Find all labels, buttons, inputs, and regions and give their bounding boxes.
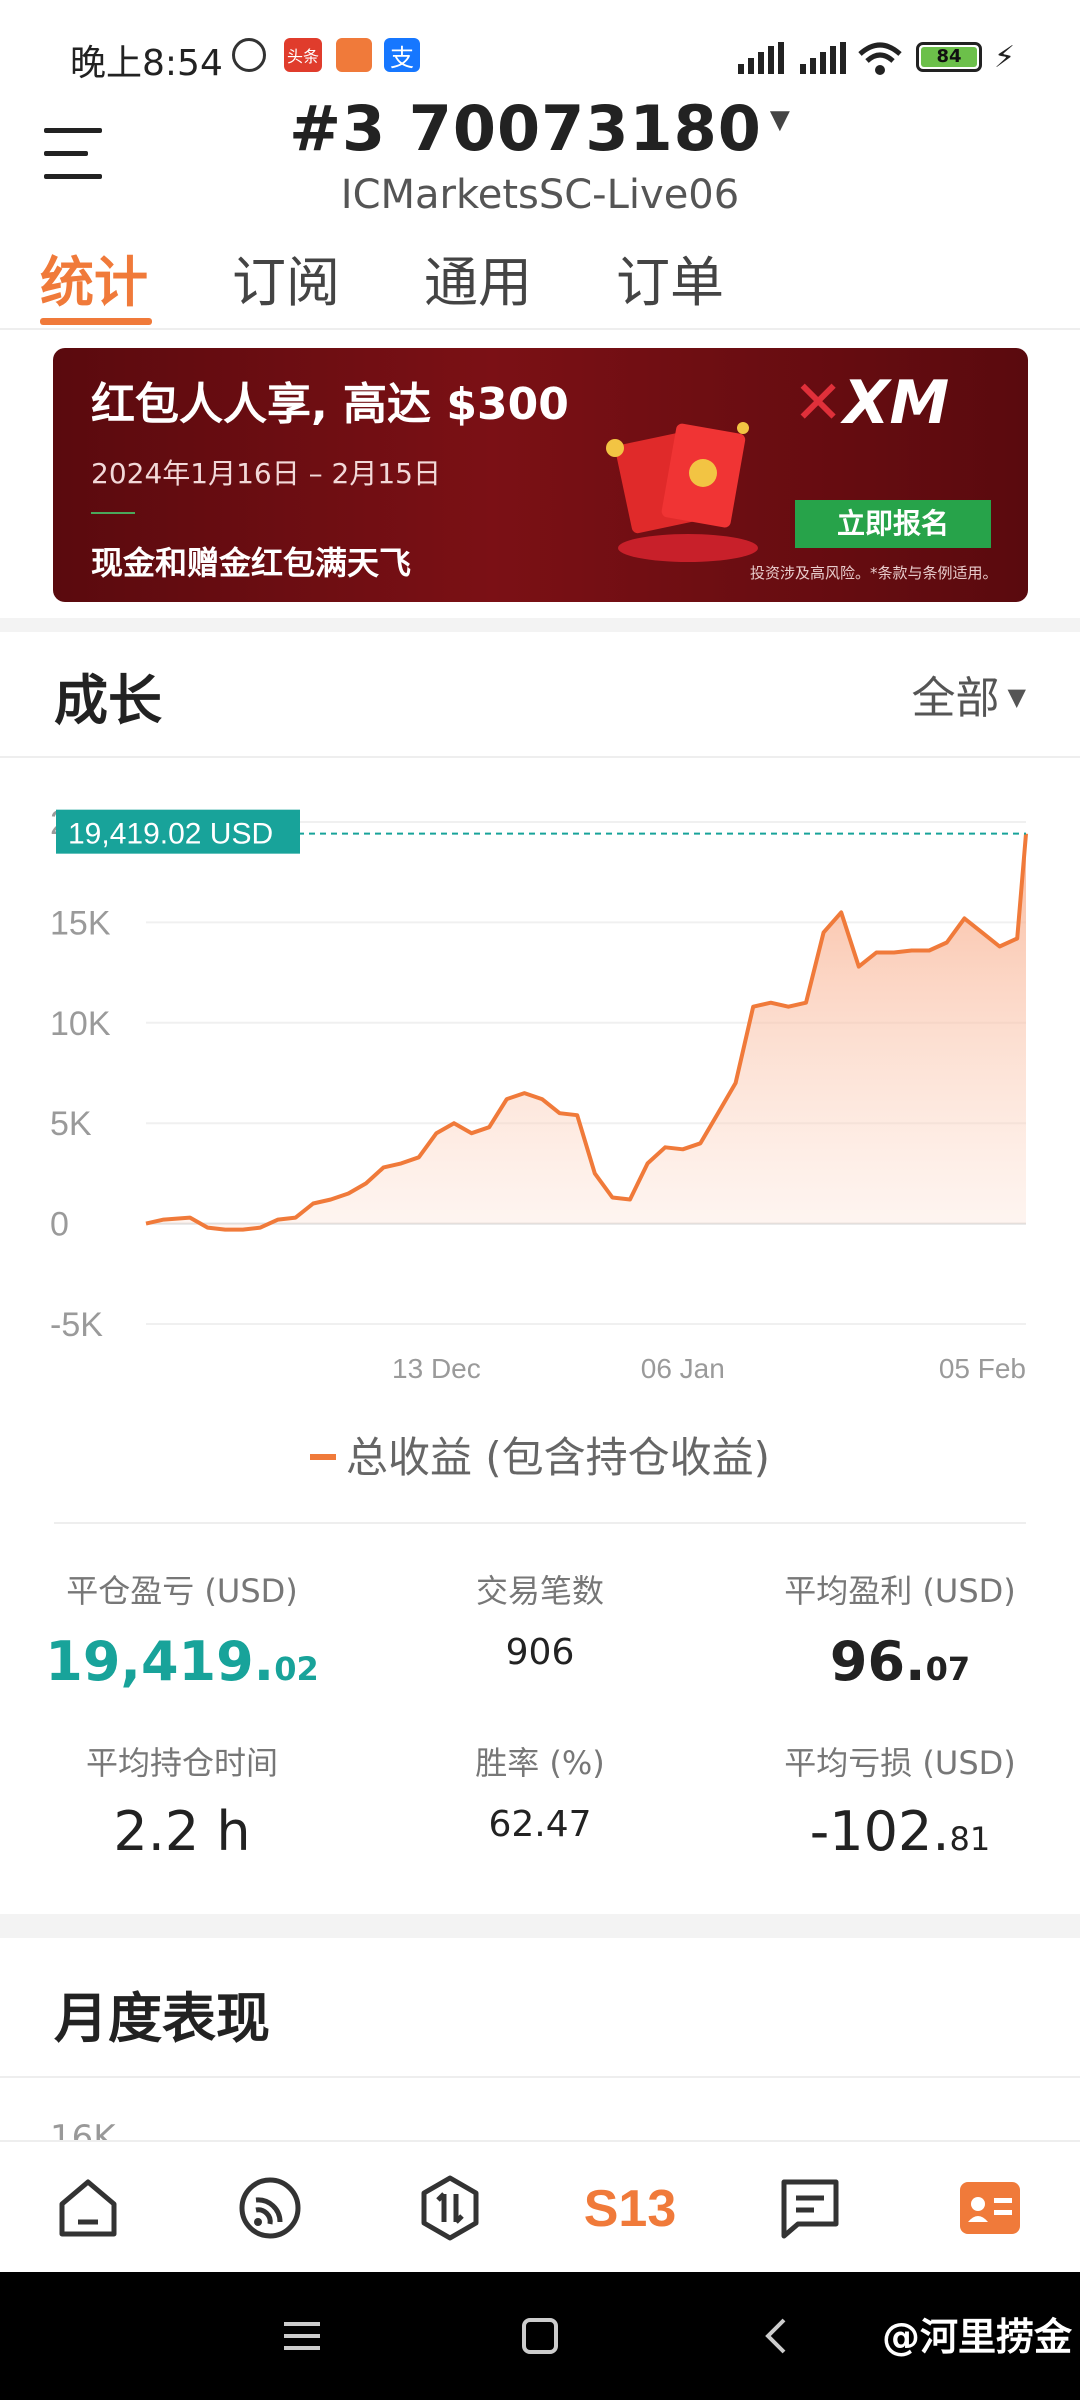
y-tick-label: 0 [50,1206,69,1244]
xm-logo: ✕XM [793,368,950,438]
legend-label: 总收益 (包含持仓收益) [345,1433,771,1482]
status-time: 晚上8:54 [70,43,223,84]
watermark: @河里捞金 [881,2315,1072,2359]
tab-indicator [40,318,152,325]
account-number: #3 70073180 [289,92,762,165]
banner-headline: 红包人人享, 高达 $300 [91,379,569,430]
growth-title: 成长 [54,669,162,732]
trades-value: 906 [505,1632,575,1673]
range-selector[interactable]: 全部 ▼ [912,662,1026,726]
monthly-title: 月度表现 [54,1987,270,2050]
x-tick-label: 05 Feb [939,1353,1026,1384]
divider-line [0,2076,1080,2078]
register-button[interactable]: 立即报名 [795,500,991,548]
banner-dates: 2024年1月16日 – 2月15日 [91,457,441,490]
alipay-icon: 支 [384,38,420,72]
section-divider [0,1914,1080,1938]
win-rate-value: 62.47 [488,1804,592,1845]
growth-area [146,833,1026,1230]
chevron-down-icon: ▼ [1007,683,1026,711]
y-tick-label: 5K [50,1105,92,1143]
chevron-down-icon: ▼ [769,105,791,135]
closed-pl-label: 平仓盈亏 (USD) [66,1572,298,1610]
signals-icon[interactable] [234,2172,306,2244]
svg-text:S13: S13 [584,2180,677,2238]
home-nav-icon[interactable] [520,2316,560,2356]
y-tick-label: 10K [50,1005,111,1043]
red-envelope-icon [606,422,758,562]
alarm-icon [232,38,266,72]
wifi-icon [856,40,904,76]
app-notification-icon [336,38,372,72]
account-selector[interactable]: #3 70073180 ▼ [0,92,1080,165]
tab-subscribe[interactable]: 订阅 [232,238,340,317]
avg-profit-label: 平均盈利 (USD) [784,1572,1016,1610]
y-tick-label: 15K [50,904,111,942]
charging-icon: ⚡ [994,40,1016,75]
server-name: ICMarketsSC-Live06 [340,172,740,218]
avg-profit-value: 96.07 [829,1630,971,1693]
tab-general[interactable]: 通用 [424,238,532,317]
tab-orders[interactable]: 订单 [616,238,724,317]
range-label: 全部 [911,673,1000,724]
divider-line [54,1522,1026,1524]
section-divider [0,618,1080,632]
battery-icon: 84 [916,42,982,72]
growth-chart[interactable]: 20K15K10K5K0-5K 13 Dec06 Jan05 Feb 19,41… [0,780,1080,1400]
tab-bar: 统计 订阅 通用 订单 [0,238,1080,330]
toutiao-icon: 头条 [284,38,322,72]
signal-icon [798,42,848,74]
messages-icon[interactable] [774,2172,846,2244]
avg-loss-label: 平均亏损 (USD) [784,1744,1016,1782]
avg-loss-value: -102.81 [809,1800,991,1863]
x-tick-label: 13 Dec [392,1353,481,1384]
signal-icon [736,42,786,74]
tab-stats[interactable]: 统计 [40,238,148,317]
trades-label: 交易笔数 [475,1572,604,1610]
promo-banner[interactable]: 红包人人享, 高达 $300 2024年1月16日 – 2月15日 现金和赠金红… [53,348,1028,602]
trade-icon[interactable] [414,2172,486,2244]
avg-hold-value: 2.2 h [113,1800,251,1863]
legend-swatch [309,1454,336,1460]
banner-disclaimer: 投资涉及高风险。*条款与条例适用。 [750,564,998,582]
home-icon[interactable] [52,2172,124,2244]
divider-line [0,756,1080,758]
system-nav-bar: @河里捞金 [0,2272,1080,2400]
back-icon[interactable] [760,2316,790,2356]
recent-apps-icon[interactable] [280,2316,324,2356]
win-rate-label: 胜率 (%) [475,1744,605,1782]
current-value-label: 19,419.02 USD [68,818,273,851]
banner-divider [91,512,135,514]
banner-subtitle: 现金和赠金红包满天飞 [91,544,412,582]
s13-logo-icon[interactable]: S13 [580,2172,680,2244]
closed-pl-value: 19,419.02 [45,1630,319,1693]
y-tick-label: -5K [50,1306,103,1344]
bottom-nav: S13 [0,2140,1080,2272]
avg-hold-label: 平均持仓时间 [85,1744,278,1782]
chart-legend: 总收益 (包含持仓收益) [0,1424,1080,1485]
profile-icon[interactable] [954,2172,1026,2244]
x-tick-label: 06 Jan [641,1353,725,1384]
